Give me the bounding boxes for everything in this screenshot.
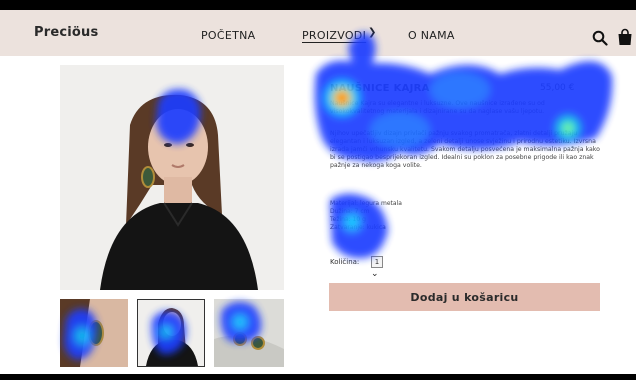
shopping-bag-icon[interactable] [617, 28, 633, 46]
product-materials: Materijal: legura metala Dužina: 7 cm Te… [330, 200, 402, 231]
nav-link-pocetna[interactable]: POČETNA [201, 29, 256, 42]
page-frame: Preciöus POČETNA PROIZVODI ❯ O NAMA NAUŠ… [0, 10, 636, 374]
model-portrait-image [60, 65, 284, 290]
thumbnail-1[interactable] [60, 299, 128, 367]
nav-link-o-nama[interactable]: O NAMA [408, 29, 455, 42]
thumbnail-3[interactable] [214, 299, 284, 367]
nav-link-proizvodi[interactable]: PROIZVODI [302, 29, 366, 42]
main-product-photo [60, 65, 284, 290]
search-icon[interactable] [592, 30, 608, 46]
quantity-select[interactable]: 1 [371, 256, 383, 268]
add-to-cart-button[interactable]: Dodaj u košaricu [329, 283, 600, 311]
product-description-intro: Naušnice Kajra su elegantne i luksuzne. … [330, 100, 545, 115]
product-description: Njihov upečatljiv dizajn privlači pažnju… [330, 130, 600, 169]
thumbnail-2[interactable] [137, 299, 205, 367]
quantity-label: Količina: [330, 258, 360, 266]
quantity-chevron-down-icon[interactable]: ⌄ [371, 269, 379, 279]
brand-logo[interactable]: Preciöus [34, 25, 98, 40]
product-price: 55,00 € [540, 83, 575, 93]
product-title: NAUŠNICE KAJRA [330, 83, 430, 94]
navbar: Preciöus POČETNA PROIZVODI ❯ O NAMA [0, 10, 636, 56]
chevron-down-icon[interactable]: ❯ [368, 27, 376, 38]
